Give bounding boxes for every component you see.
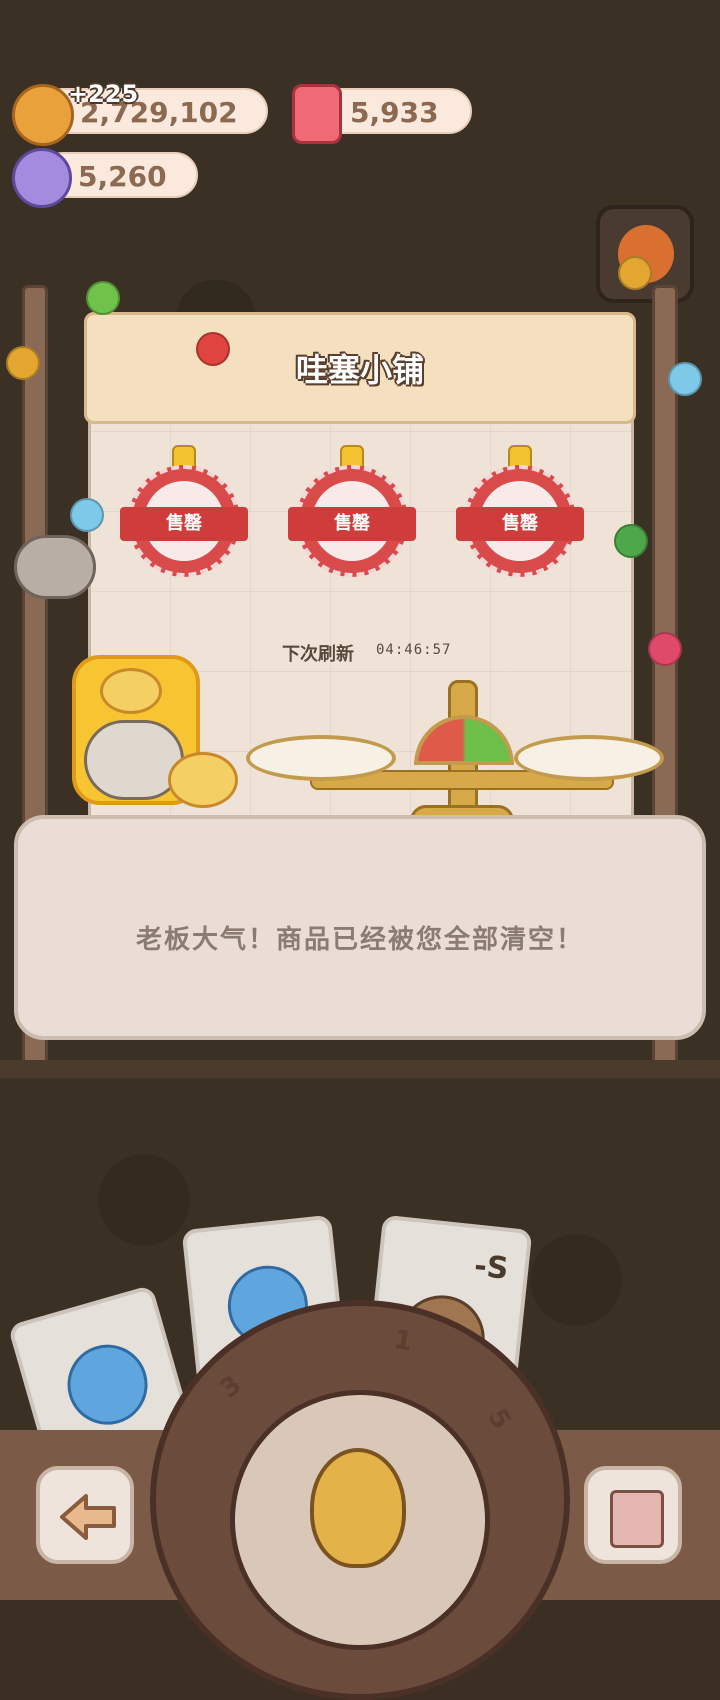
light-bulb-icon xyxy=(668,362,702,396)
scale-left-dish[interactable] xyxy=(246,735,396,781)
light-bulb-icon xyxy=(70,498,104,532)
blue-ghost-icon xyxy=(58,1335,158,1435)
sold-out-label: 售罄 xyxy=(120,507,248,541)
candle-count: 5,933 xyxy=(350,96,439,129)
sold-out-label: 售罄 xyxy=(288,507,416,541)
refresh-label: 下次刷新 xyxy=(282,644,354,665)
piggy-bank-icon xyxy=(168,752,238,808)
candle-icon xyxy=(292,84,342,144)
back-button[interactable] xyxy=(36,1466,134,1564)
shop-banner: 哇塞小铺 xyxy=(84,312,636,424)
book-button[interactable] xyxy=(584,1466,682,1564)
message-counter: 老板大气！商品已经被您全部清空！ xyxy=(14,815,706,1040)
light-bulb-icon xyxy=(6,346,40,380)
shop-title: 哇塞小铺 xyxy=(295,351,424,389)
light-bulb-icon xyxy=(618,256,652,290)
shelf xyxy=(0,1060,720,1078)
book-icon xyxy=(610,1490,664,1548)
mouse-icon xyxy=(14,535,96,599)
refresh-timer: 04:46:57 xyxy=(376,642,452,658)
candy-icon xyxy=(12,148,72,208)
shop-slot-2[interactable]: 售罄 xyxy=(288,445,416,577)
cookie-icon xyxy=(12,84,74,146)
back-arrow-icon xyxy=(60,1494,116,1540)
sold-out-label: 售罄 xyxy=(456,507,584,541)
scale-right-dish[interactable] xyxy=(514,735,664,781)
cookie-gain-text: +225 xyxy=(68,80,139,108)
pig-icon xyxy=(100,668,162,714)
light-bulb-icon xyxy=(648,632,682,666)
light-bulb-icon xyxy=(614,524,648,558)
side-food-button[interactable] xyxy=(596,205,694,303)
shop-slot-1[interactable]: 售罄 xyxy=(120,445,248,577)
counter-message: 老板大气！商品已经被您全部清空！ xyxy=(135,925,584,955)
candy-count: 5,260 xyxy=(78,160,167,193)
shop-slot-3[interactable]: 售罄 xyxy=(456,445,584,577)
card-label: -S xyxy=(472,1248,511,1287)
light-bulb-icon xyxy=(196,332,230,366)
light-bulb-icon xyxy=(86,281,120,315)
egg-icon[interactable] xyxy=(310,1448,406,1568)
